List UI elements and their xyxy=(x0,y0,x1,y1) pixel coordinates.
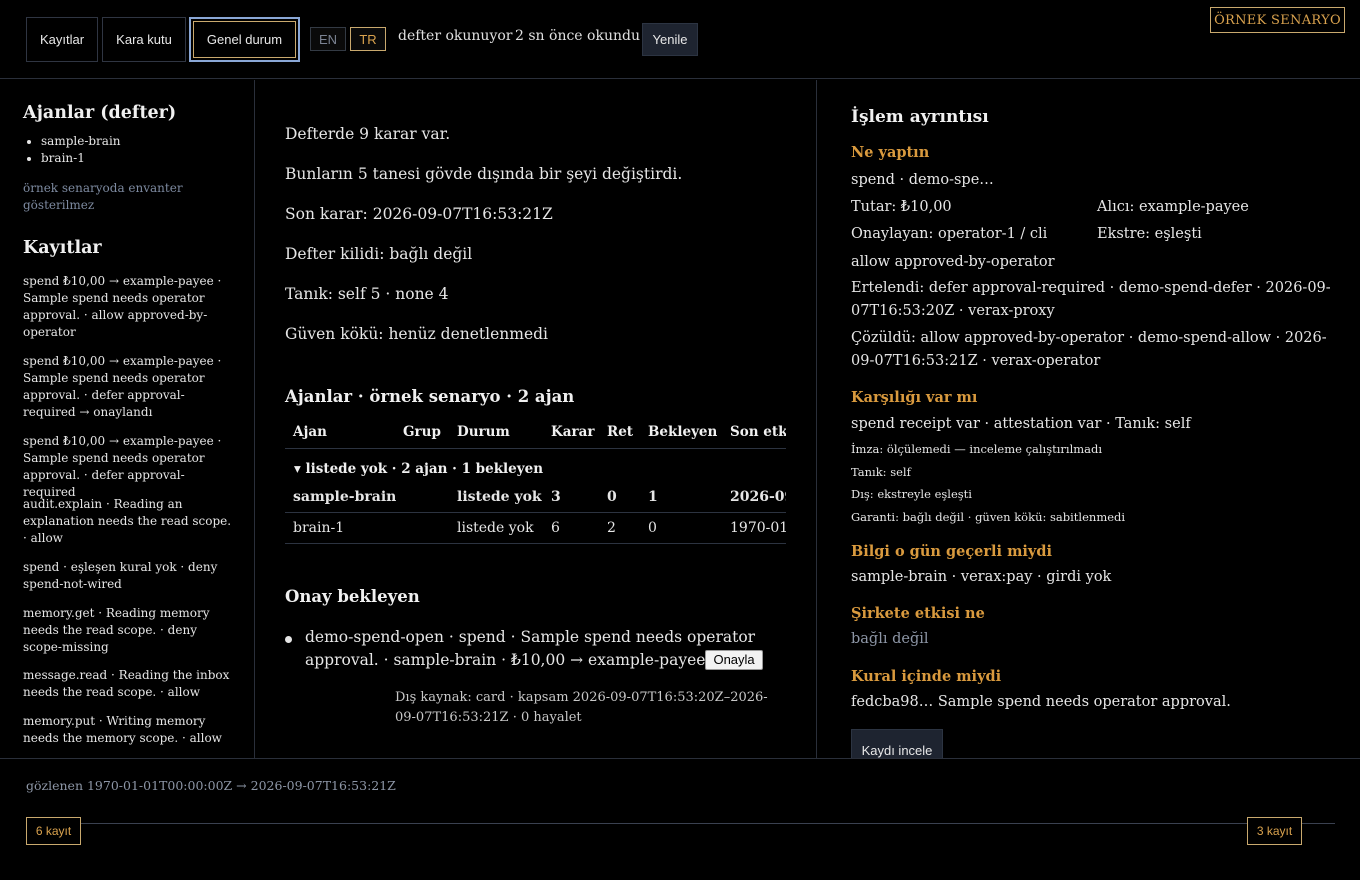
approve-button[interactable]: Onayla xyxy=(705,650,763,670)
counterpart-heading: Karşılığı var mı xyxy=(851,389,978,406)
tab-overview[interactable]: Genel durum xyxy=(189,17,300,62)
pending-external-source: Dış kaynak: card · kapsam 2026-09-07T16:… xyxy=(395,690,768,725)
pending-approval-item: demo-spend-open · spend · Sample spend n… xyxy=(305,626,775,672)
knowledge-summary: sample-brain · verax:pay · girdi yok xyxy=(851,569,1112,585)
cell-last-effect: 1970-01-01T00:00:00Z xyxy=(730,520,786,536)
company-impact-heading: Şirkete etkisi ne xyxy=(851,605,985,622)
bullet-icon xyxy=(285,636,292,643)
table-row[interactable]: sample-brain listede yok 3 0 1 2026-09-0… xyxy=(285,482,786,513)
guarantee-status: Garanti: bağlı değil · güven kökü: sabit… xyxy=(851,510,1126,524)
record-item[interactable]: spend ₺10,00 → example-payee · Sample sp… xyxy=(23,353,233,421)
pending-section-heading: Onay bekleyen xyxy=(285,587,420,606)
table-header-divider xyxy=(285,448,786,449)
rule-heading: Kural içinde miydi xyxy=(851,668,1002,685)
cell-rejects: 2 xyxy=(607,520,616,536)
timeline-track[interactable] xyxy=(26,823,1335,824)
cell-status: listede yok xyxy=(457,489,542,505)
cell-last-effect: 2026-09-07T16:53:21Z xyxy=(730,489,786,505)
lang-en-button[interactable]: EN xyxy=(310,27,346,51)
table-row[interactable]: brain-1 listede yok 6 2 0 1970-01-01T00:… xyxy=(285,513,786,544)
record-item[interactable]: message.read · Reading the inbox needs t… xyxy=(23,667,233,701)
cell-decisions: 6 xyxy=(551,520,560,536)
record-item[interactable]: memory.get · Reading memory needs the re… xyxy=(23,605,233,656)
top-bar: Kayıtlar Kara kutu Genel durum EN TR def… xyxy=(0,0,1360,79)
detail-heading: İşlem ayrıntısı xyxy=(851,107,989,127)
payee-field: Alıcı: example-payee xyxy=(1097,199,1249,215)
refresh-button[interactable]: Yenile xyxy=(642,23,698,56)
cell-agent: brain-1 xyxy=(293,520,345,536)
cell-pending: 0 xyxy=(648,520,657,536)
records-heading: Kayıtlar xyxy=(23,238,102,258)
cell-rejects: 0 xyxy=(607,489,617,505)
summary-external-changes: Bunların 5 tanesi gövde dışında bir şeyi… xyxy=(285,165,683,183)
column-header-group[interactable]: Grup xyxy=(403,424,441,440)
decision-field: allow approved-by-operator xyxy=(851,254,1055,270)
column-header-status[interactable]: Durum xyxy=(457,424,510,440)
column-header-rejects[interactable]: Ret xyxy=(607,424,633,440)
summary-decision-count: Defterde 9 karar var. xyxy=(285,125,451,143)
resolved-entry: Çözüldü: allow approved-by-operator · de… xyxy=(851,330,1327,369)
pending-approval-text: demo-spend-open · spend · Sample spend n… xyxy=(305,628,756,669)
record-item[interactable]: spend ₺10,00 → example-payee · Sample sp… xyxy=(23,273,233,341)
deferred-entry: Ertelendi: defer approval-required · dem… xyxy=(851,280,1331,319)
signature-status: İmza: ölçülemedi — inceleme çalıştırılma… xyxy=(851,442,1103,456)
agents-heading: Ajanlar (defter) xyxy=(23,103,177,123)
cell-pending: 1 xyxy=(648,489,658,505)
amount-field: Tutar: ₺10,00 xyxy=(851,199,952,215)
transaction-detail-panel: İşlem ayrıntısı Ne yaptın spend · demo-s… xyxy=(817,80,1360,758)
inventory-note: örnek senaryoda envanter gösterilmez xyxy=(23,181,183,212)
agent-item[interactable]: brain-1 xyxy=(41,150,121,167)
ledger-reading-status: defter okunuyor xyxy=(398,28,513,44)
record-item[interactable]: spend · eşleşen kural yok · deny spend-n… xyxy=(23,559,233,593)
knowledge-heading: Bilgi o gün geçerli miydi xyxy=(851,543,1053,560)
column-header-decisions[interactable]: Karar xyxy=(551,424,594,440)
left-sidebar: Ajanlar (defter) sample-brain brain-1 ör… xyxy=(0,80,255,758)
group-toggle-row[interactable]: ▾ listede yok · 2 ajan · 1 bekleyen xyxy=(294,461,543,477)
action-summary: spend · demo-spe… xyxy=(851,172,994,188)
tab-records[interactable]: Kayıtlar xyxy=(26,17,98,62)
inspect-record-button[interactable]: Kaydı incele xyxy=(851,729,943,758)
column-header-last-effect[interactable]: Son etki xyxy=(730,424,786,440)
agents-list: sample-brain brain-1 xyxy=(41,133,121,167)
timeline-marker-start[interactable]: 6 kayıt xyxy=(26,817,81,845)
record-item[interactable]: spend ₺10,00 → example-payee · Sample sp… xyxy=(23,433,233,501)
approver-field: Onaylayan: operator-1 / cli xyxy=(851,226,1048,242)
record-item[interactable]: memory.put · Writing memory needs the me… xyxy=(23,713,233,747)
agents-section-heading: Ajanlar · örnek senaryo · 2 ajan xyxy=(285,387,575,406)
summary-ledger-lock: Defter kilidi: bağlı değil xyxy=(285,245,473,263)
cell-agent: sample-brain xyxy=(293,489,397,505)
external-status: Dış: ekstreyle eşleşti xyxy=(851,487,972,501)
observed-range: gözlenen 1970-01-01T00:00:00Z → 2026-09-… xyxy=(26,778,396,793)
cell-decisions: 3 xyxy=(551,489,561,505)
statement-field: Ekstre: eşleşti xyxy=(1097,226,1202,242)
tab-black-box[interactable]: Kara kutu xyxy=(102,17,186,62)
record-item[interactable]: audit.explain · Reading an explanation n… xyxy=(23,496,233,547)
counterpart-summary: spend receipt var · attestation var · Ta… xyxy=(851,416,1191,432)
summary-last-decision: Son karar: 2026-09-07T16:53:21Z xyxy=(285,205,553,223)
column-header-pending[interactable]: Bekleyen xyxy=(648,424,717,440)
agent-item[interactable]: sample-brain xyxy=(41,133,121,150)
sample-scenario-badge: ÖRNEK SENARYO xyxy=(1210,7,1345,33)
company-impact-value: bağlı değil xyxy=(851,631,929,647)
summary-witness: Tanık: self 5 · none 4 xyxy=(285,285,449,303)
cell-status: listede yok xyxy=(457,520,534,536)
rule-summary: fedcba98… Sample spend needs operator ap… xyxy=(851,694,1231,710)
witness-status: Tanık: self xyxy=(851,465,911,479)
timeline-marker-end[interactable]: 3 kayıt xyxy=(1247,817,1302,845)
lang-tr-button[interactable]: TR xyxy=(350,27,386,51)
agents-table: Ajan Grup Durum Karar Ret Bekleyen Son e… xyxy=(285,418,786,544)
column-header-agent[interactable]: Ajan xyxy=(293,424,327,440)
last-read-status: 2 sn önce okundu xyxy=(515,28,640,44)
timeline-bar: gözlenen 1970-01-01T00:00:00Z → 2026-09-… xyxy=(0,758,1360,880)
what-did-you-do-heading: Ne yaptın xyxy=(851,144,930,161)
summary-trust-root: Güven kökü: henüz denetlenmedi xyxy=(285,325,549,343)
overview-panel: Defterde 9 karar var. Bunların 5 tanesi … xyxy=(255,80,817,758)
